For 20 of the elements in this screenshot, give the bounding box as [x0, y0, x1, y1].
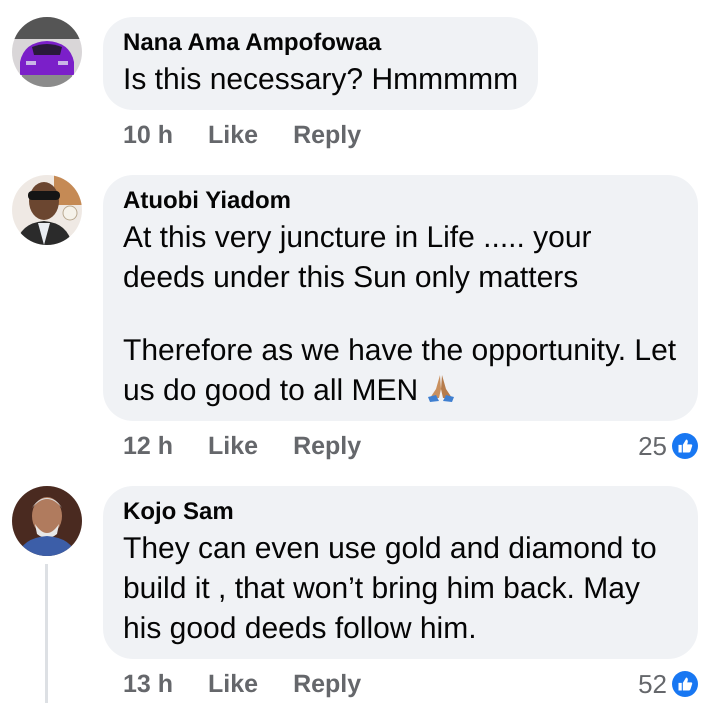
comment-text: They can even use gold and diamond to build it , that won’t bring him back. May his good deeds follow him.: [123, 531, 658, 647]
comment-text: Therefore as we have the opportunity. Let us do good to all MEN: [123, 333, 678, 409]
comment-action-link[interactable]: Like: [208, 670, 258, 698]
author-name[interactable]: Nana Ama Ampofowaa: [123, 29, 518, 57]
reaction-count: 25: [638, 430, 667, 462]
comment-action-link[interactable]: Reply: [293, 432, 362, 460]
comment-action-link[interactable]: Like: [208, 120, 258, 150]
thumbs-up-icon: [672, 433, 698, 459]
comment-time: 13 h: [123, 670, 174, 698]
comment-text: Is this necessary? Hmmmmm: [123, 62, 518, 98]
comment-action-link[interactable]: Reply: [293, 670, 362, 698]
comment-action-link[interactable]: Reply: [293, 120, 362, 150]
comment-text: At this very juncture in Life ..... your deeds under this Sun only matters: [123, 220, 593, 296]
comment-action-link[interactable]: Like: [208, 432, 258, 460]
comment-time: 12 h: [123, 432, 174, 460]
author-name[interactable]: Atuobi Yiadom: [123, 187, 678, 215]
comment-time: 10 h: [123, 120, 174, 150]
thumbs-up-icon: [672, 671, 698, 697]
author-name[interactable]: Kojo Sam: [123, 498, 678, 526]
reaction-count: 52: [638, 668, 667, 700]
